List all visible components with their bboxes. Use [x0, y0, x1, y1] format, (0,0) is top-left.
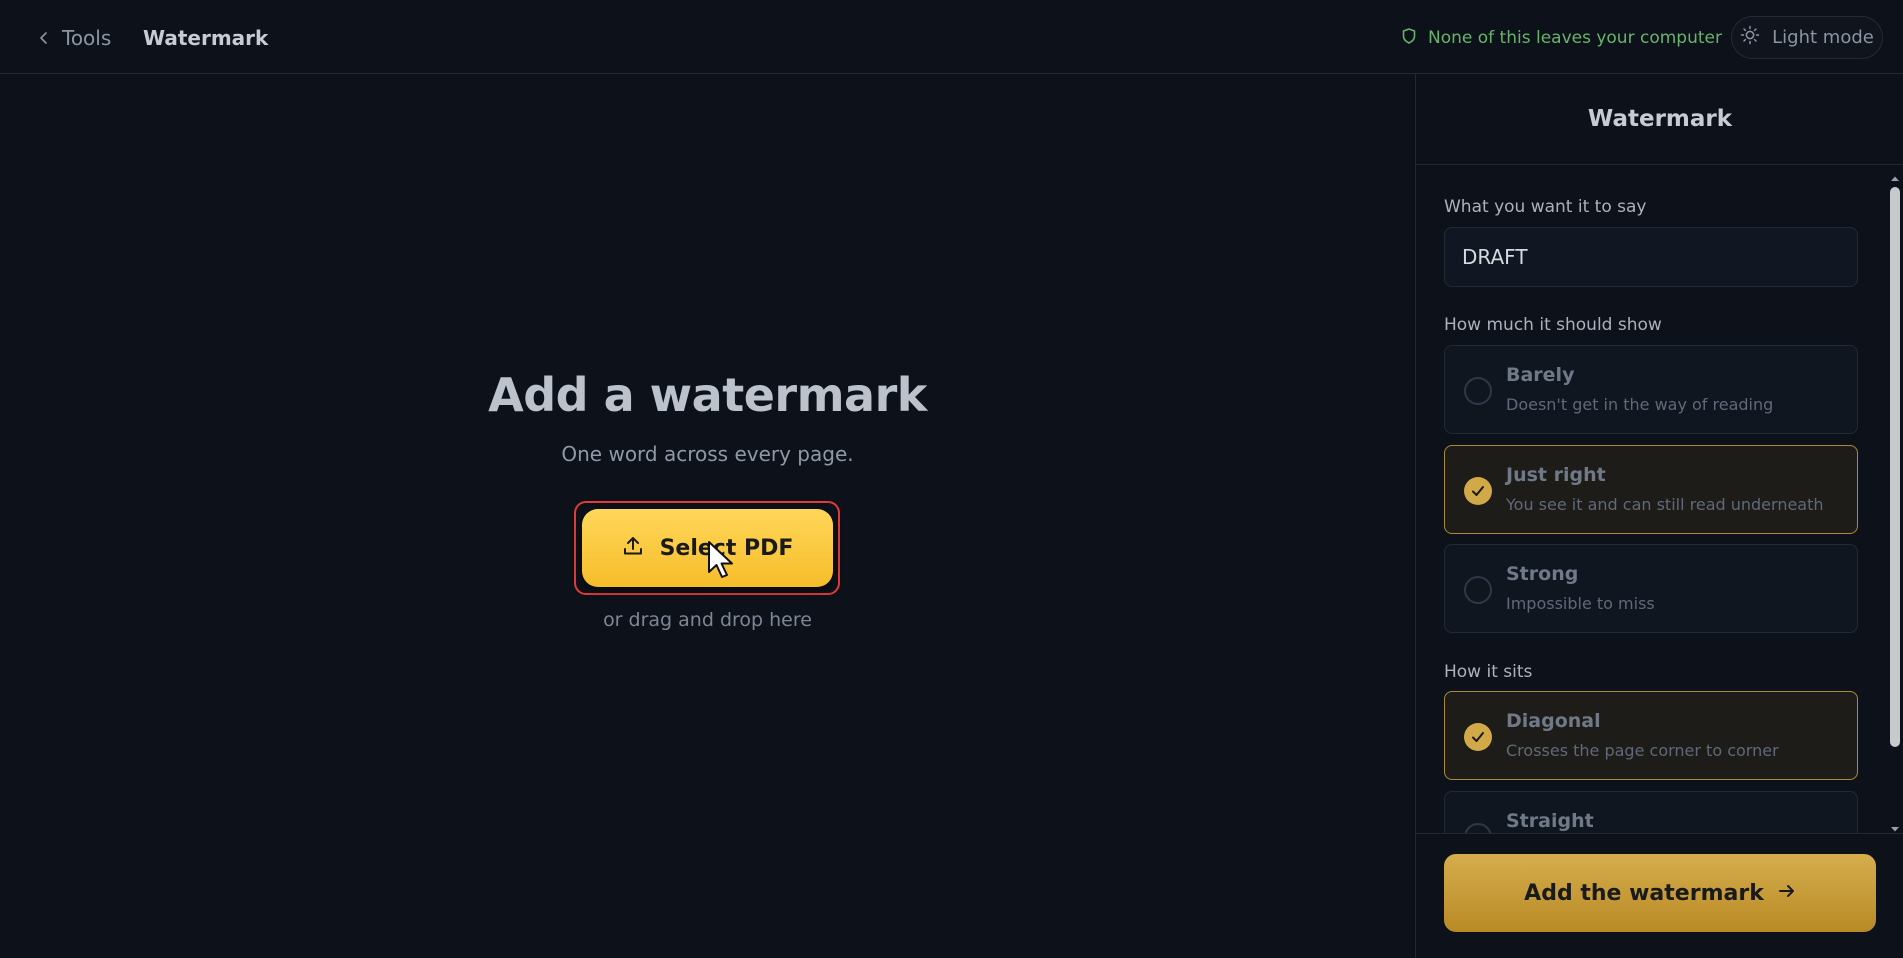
sidebar-title: Watermark	[1416, 74, 1903, 165]
back-link-label: Tools	[62, 26, 112, 50]
chevron-left-icon	[38, 29, 50, 48]
option-title: Barely	[1506, 364, 1575, 386]
option-barely[interactable]: Barely Doesn't get in the way of reading	[1444, 345, 1858, 434]
add-watermark-button[interactable]: Add the watermark	[1444, 854, 1876, 932]
sidebar-scrollbar[interactable]	[1886, 165, 1903, 833]
light-mode-label: Light mode	[1772, 27, 1874, 48]
option-diagonal[interactable]: Diagonal Crosses the page corner to corn…	[1444, 691, 1858, 780]
light-mode-toggle[interactable]: Light mode	[1731, 16, 1883, 59]
scroll-down-arrow-icon[interactable]	[1890, 819, 1900, 832]
orientation-label: How it sits	[1444, 662, 1533, 682]
privacy-text: None of this leaves your computer	[1428, 28, 1722, 48]
drag-drop-hint: or drag and drop here	[603, 609, 812, 631]
option-title: Straight	[1506, 810, 1594, 832]
option-title: Diagonal	[1506, 710, 1601, 732]
shield-icon	[1402, 27, 1416, 49]
checkmark-icon	[1464, 477, 1492, 505]
privacy-notice: None of this leaves your computer	[1402, 24, 1722, 52]
option-description: Doesn't get in the way of reading	[1506, 395, 1774, 414]
option-description: Impossible to miss	[1506, 594, 1655, 613]
option-just-right[interactable]: Just right You see it and can still read…	[1444, 445, 1858, 534]
settings-sidebar: Watermark What you want it to say How mu…	[1415, 74, 1903, 958]
radio-unchecked-icon	[1464, 823, 1492, 833]
option-strong[interactable]: Strong Impossible to miss	[1444, 544, 1858, 633]
sidebar-footer: Add the watermark	[1416, 833, 1903, 958]
back-to-tools-link[interactable]: Tools	[38, 24, 111, 52]
option-title: Just right	[1506, 464, 1606, 486]
arrow-right-icon	[1778, 882, 1796, 904]
option-title: Strong	[1506, 563, 1579, 585]
scroll-up-arrow-icon[interactable]	[1890, 169, 1900, 181]
main-subtitle: One word across every page.	[561, 442, 854, 466]
upload-icon	[622, 535, 644, 561]
scrollbar-thumb[interactable]	[1890, 187, 1900, 747]
option-straight[interactable]: Straight	[1444, 791, 1858, 833]
mouse-pointer-icon	[707, 540, 735, 580]
watermark-text-label: What you want it to say	[1444, 197, 1647, 217]
watermark-text-input[interactable]	[1444, 227, 1858, 287]
top-bar: Tools Watermark None of this leaves your…	[0, 0, 1903, 74]
sun-icon	[1740, 25, 1760, 50]
option-description: You see it and can still read underneath	[1506, 495, 1824, 514]
radio-unchecked-icon	[1464, 377, 1492, 405]
add-watermark-label: Add the watermark	[1524, 880, 1764, 906]
checkmark-icon	[1464, 723, 1492, 751]
radio-unchecked-icon	[1464, 576, 1492, 604]
main-heading: Add a watermark	[488, 368, 927, 422]
option-description: Crosses the page corner to corner	[1506, 741, 1779, 760]
sidebar-scroll-area: What you want it to say How much it shou…	[1416, 165, 1903, 833]
page-title: Watermark	[143, 26, 269, 50]
visibility-label: How much it should show	[1444, 315, 1662, 335]
